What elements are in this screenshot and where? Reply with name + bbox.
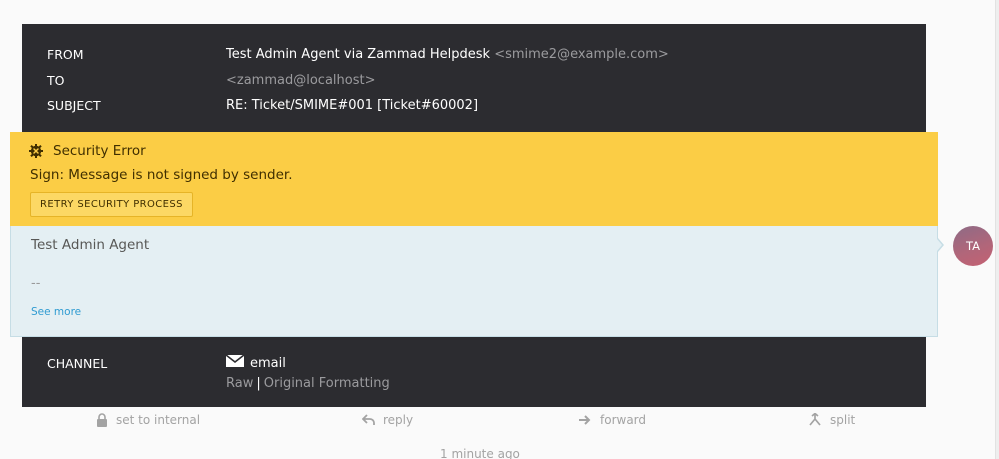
envelope-icon [225, 354, 245, 371]
avatar[interactable]: TA [953, 226, 993, 266]
channel-row: CHANNEL email [47, 353, 286, 373]
from-row: FROM Test Admin Agent via Zammad Helpdes… [47, 44, 669, 64]
retry-security-button[interactable]: RETRY SECURITY PROCESS [30, 192, 193, 217]
subject-value: RE: Ticket/SMIME#001 [Ticket#60002] [226, 97, 479, 113]
channel-label: CHANNEL [47, 355, 108, 371]
security-error-message: Sign: Message is not signed by sender. [30, 167, 293, 183]
channel-value: email [225, 354, 286, 371]
original-formatting-link[interactable]: Original Formatting [264, 376, 390, 391]
subject-row: SUBJECT RE: Ticket/SMIME#001 [Ticket#600… [47, 95, 478, 115]
reply-icon [362, 414, 375, 425]
error-cog-icon [29, 144, 43, 158]
lock-icon [97, 413, 107, 427]
from-value: Test Admin Agent via Zammad Helpdesk <sm… [226, 47, 669, 62]
to-value: <zammad@localhost> [226, 72, 376, 88]
see-more-link[interactable]: See more [31, 306, 81, 318]
split-label: split [830, 413, 856, 427]
set-internal-label: set to internal [116, 413, 201, 427]
to-label: TO [47, 72, 65, 88]
from-email: <smime2@example.com> [494, 46, 669, 62]
bubble-pointer-inner [937, 239, 942, 251]
reply-action[interactable]: reply [362, 413, 413, 427]
format-links: Raw | Original Formatting [226, 373, 390, 393]
forward-label: forward [600, 413, 647, 427]
link-separator: | [256, 375, 261, 391]
forward-arrow-icon [579, 415, 591, 425]
article-meta-header: FROM Test Admin Agent via Zammad Helpdes… [22, 24, 926, 132]
set-internal-action[interactable]: set to internal [96, 413, 200, 427]
body-text: Test Admin Agent [31, 237, 150, 253]
reply-label: reply [383, 413, 414, 427]
scroll-edge [995, 0, 999, 459]
security-error-banner: Security Error Sign: Message is not sign… [10, 132, 938, 226]
security-error-title-text: Security Error [53, 143, 146, 159]
from-name[interactable]: Test Admin Agent via Zammad Helpdesk [226, 47, 490, 62]
raw-link[interactable]: Raw [226, 376, 253, 391]
split-action[interactable]: split [808, 413, 855, 427]
article-body: Test Admin Agent -- See more [10, 226, 938, 337]
split-icon [809, 413, 821, 426]
article-actions: set to internal reply forward split [22, 413, 926, 435]
body-signature: -- [31, 276, 41, 291]
article-timestamp: 1 minute ago [440, 447, 520, 459]
security-error-title: Security Error [29, 143, 146, 159]
to-row: TO <zammad@localhost> [47, 70, 375, 90]
from-label: FROM [47, 46, 84, 62]
channel-text: email [250, 355, 286, 371]
article-meta-footer: CHANNEL email Raw | Original Formatting [22, 337, 926, 407]
forward-action[interactable]: forward [578, 413, 646, 427]
subject-label: SUBJECT [47, 97, 101, 113]
